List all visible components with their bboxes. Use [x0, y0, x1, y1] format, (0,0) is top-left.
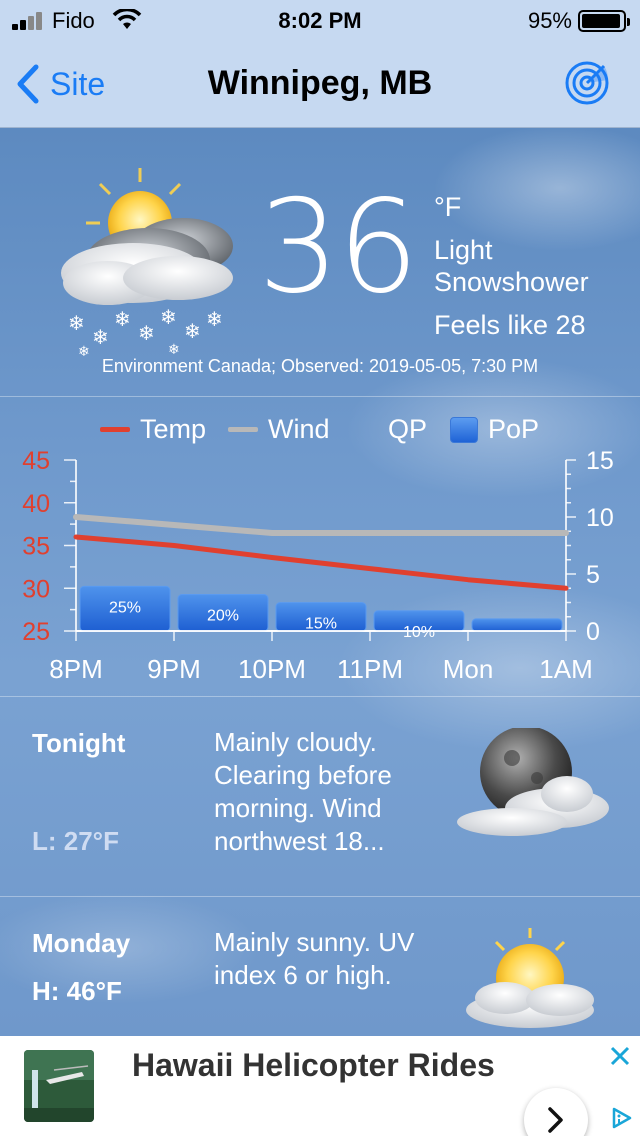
x-tick-label: 1AM	[539, 654, 592, 684]
left-tick-label: 25	[22, 618, 50, 646]
svg-text:❄: ❄	[92, 325, 109, 349]
svg-text:❄: ❄	[206, 307, 223, 331]
divider	[0, 896, 640, 897]
chevron-left-icon	[17, 64, 39, 104]
svg-text:❄: ❄	[114, 307, 131, 331]
forecast-text: Mainly sunny. UV index 6 or high.	[214, 927, 415, 990]
left-tick-label: 30	[22, 575, 50, 603]
back-label: Site	[50, 65, 106, 102]
close-icon[interactable]	[608, 1044, 632, 1068]
x-tick-label: Mon	[443, 654, 494, 684]
x-tick-label: 8PM	[49, 654, 102, 684]
status-bar: Fido 8:02 PM 95%	[0, 0, 640, 40]
ad-open-button[interactable]	[524, 1088, 588, 1136]
left-tick-label: 35	[22, 533, 50, 561]
chevron-right-icon	[548, 1107, 563, 1133]
divider	[0, 696, 640, 697]
x-tick-label: 10PM	[238, 654, 306, 684]
sun-cloud-snow-icon: ❄ ❄ ❄ ❄ ❄ ❄ ❄ ❄ ❄	[61, 168, 233, 358]
right-tick-label: 15	[586, 447, 614, 475]
forecast-day: Tonight	[32, 728, 126, 758]
x-tick-label: 9PM	[147, 654, 200, 684]
svg-text:❄: ❄	[160, 305, 177, 329]
current-condition: Light Snowshower	[434, 235, 589, 297]
temperature-unit: °F	[434, 192, 462, 222]
top-bar: Fido 8:02 PM 95% Site Winnipeg, MB	[0, 0, 640, 128]
forecast-high: H: 46°F	[32, 976, 122, 1006]
svg-text:❄: ❄	[68, 311, 85, 335]
forecast-low: L: 27°F	[32, 826, 119, 856]
forecast-day: Monday	[32, 928, 131, 958]
feels-like: Feels like 28	[434, 310, 586, 340]
radar-icon[interactable]	[564, 60, 610, 106]
ad-banner[interactable]: Hawaii Helicopter Rides	[0, 1036, 640, 1136]
pop-bar-label: 20%	[207, 608, 239, 625]
divider	[0, 396, 640, 397]
temp-line	[73, 534, 569, 591]
forecast-text: Mainly cloudy. Clearing before morning. …	[214, 727, 392, 856]
x-tick-label: 11PM	[337, 654, 403, 684]
svg-text:❄: ❄	[184, 319, 201, 343]
right-tick-label: 10	[586, 504, 614, 532]
current-temperature: 36	[258, 173, 419, 322]
right-tick-label: 5	[586, 561, 600, 589]
pop-bar-label: 10%	[403, 624, 435, 641]
right-tick-label: 0	[586, 618, 600, 646]
left-tick-label: 45	[22, 447, 50, 475]
sun-cloud-icon	[466, 928, 594, 1028]
svg-text:❄: ❄	[138, 321, 155, 345]
back-button[interactable]: Site	[16, 62, 105, 106]
ad-title[interactable]: Hawaii Helicopter Rides	[132, 1042, 502, 1088]
moon-cloud-icon	[457, 728, 609, 836]
ad-thumbnail	[24, 1050, 94, 1122]
pop-bar	[471, 618, 563, 632]
hourly-chart[interactable]: Temp Wind QP PoP 45 40 35 30 25 15 10 5 0 8PM 9PM 1…	[0, 400, 640, 695]
left-tick-label: 40	[22, 490, 50, 518]
battery-icon	[578, 10, 630, 32]
adchoices-icon[interactable]	[610, 1106, 634, 1130]
observation-source: Environment Canada; Observed: 2019-05-05…	[101, 356, 539, 376]
battery-percent: 95%	[527, 8, 572, 33]
pop-bar-label: 25%	[109, 599, 141, 616]
chart-plot: 45 40 35 30 25 15 10 5 0 8PM 9PM 10PM 11PM Mon 1AM 25% 2…	[22, 447, 614, 684]
wind-line	[73, 514, 569, 536]
